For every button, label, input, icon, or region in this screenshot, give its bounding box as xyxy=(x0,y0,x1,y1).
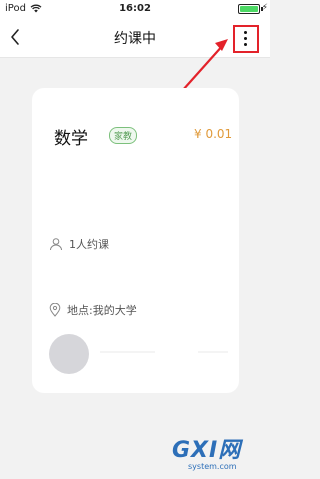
watermark-logo: GXI网 system.com xyxy=(170,432,266,476)
divider xyxy=(198,351,228,353)
avatar[interactable] xyxy=(49,334,89,374)
charging-icon: ⚡ xyxy=(261,3,268,13)
status-bar: iPod 16:02 ⚡ xyxy=(0,0,270,18)
divider xyxy=(100,351,155,353)
course-price: ¥ 0.01 xyxy=(194,127,233,141)
battery-icon xyxy=(238,4,260,14)
battery-fill xyxy=(240,6,258,12)
location-text: 地点:我的大学 xyxy=(67,304,137,317)
course-type-badge: 家教 xyxy=(109,127,138,144)
person-icon xyxy=(50,238,62,251)
course-card[interactable]: 数学 家教 ¥ 0.01 1人约课 地点:我的大学 xyxy=(32,88,239,393)
location-pin-icon xyxy=(49,303,61,317)
watermark-brand: GXI网 xyxy=(172,438,242,463)
more-vertical-icon xyxy=(244,31,248,47)
watermark-site: system.com xyxy=(188,462,237,471)
more-menu-button[interactable] xyxy=(233,25,259,53)
course-subject: 数学 xyxy=(54,129,88,149)
location-row: 地点:我的大学 xyxy=(49,302,137,318)
participants-row: 1人约课 xyxy=(49,236,109,252)
status-time: 16:02 xyxy=(119,3,151,14)
participants-count: 1人约课 xyxy=(69,238,109,251)
